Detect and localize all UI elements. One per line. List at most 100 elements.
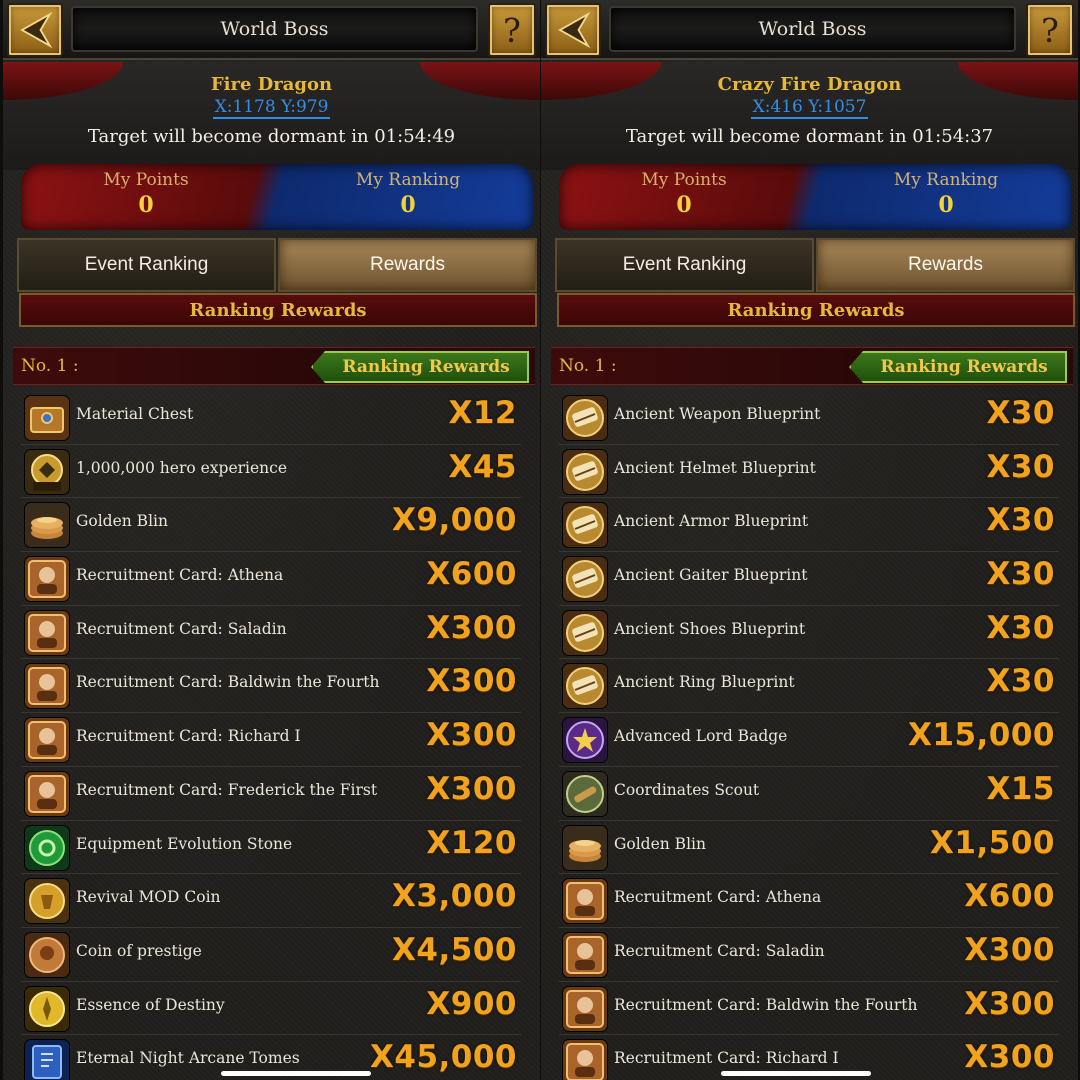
card-icon[interactable] (25, 610, 69, 655)
reward-item-quantity: X300 (426, 770, 517, 807)
prestige-coin-icon[interactable] (25, 932, 69, 977)
reward-item-quantity: X30 (986, 663, 1055, 700)
tab-bar: Event Ranking Rewards (555, 238, 1075, 292)
badge-icon[interactable] (563, 718, 607, 763)
reward-item-name: Recruitment Card: Saladin (76, 619, 287, 638)
boss-target-info: Fire Dragon X:1178 Y:979 Target will bec… (3, 62, 540, 170)
blueprint-icon[interactable] (563, 503, 607, 548)
boss-coordinates-link[interactable]: X:416 Y:1057 (541, 97, 1078, 119)
back-button[interactable] (545, 3, 601, 57)
pancake-icon[interactable] (25, 503, 69, 548)
reward-list: Ancient Weapon Blueprint X30 Ancient Helme… (559, 391, 1059, 1080)
tome-icon[interactable] (25, 1040, 69, 1080)
home-indicator (221, 1071, 371, 1076)
back-button[interactable] (7, 3, 63, 57)
stone-icon[interactable] (25, 825, 69, 870)
reward-item-quantity: X9,000 (392, 502, 517, 539)
chest-icon[interactable] (25, 396, 69, 440)
tab-event-ranking[interactable]: Event Ranking (17, 238, 276, 292)
reward-item-quantity: X300 (964, 985, 1055, 1022)
reward-item-quantity: X30 (986, 609, 1055, 646)
essence-icon[interactable] (25, 986, 69, 1031)
reward-item-quantity: X300 (964, 1039, 1055, 1076)
card-icon[interactable] (25, 718, 69, 763)
exp-icon[interactable] (25, 449, 69, 494)
reward-item-quantity: X900 (426, 985, 517, 1022)
card-icon[interactable] (563, 986, 607, 1031)
rank-row: No. 1 : Ranking Rewards (13, 347, 535, 385)
card-icon[interactable] (563, 1040, 607, 1080)
svg-text:?: ? (503, 11, 521, 50)
ranking-rewards-button[interactable]: Ranking Rewards (311, 351, 529, 383)
reward-item-name: Recruitment Card: Richard I (614, 1049, 839, 1068)
blueprint-icon[interactable] (563, 396, 607, 440)
top-bar: World Boss ? (541, 0, 1078, 60)
card-icon[interactable] (25, 557, 69, 602)
reward-item: Ancient Weapon Blueprint X30 (559, 391, 1059, 445)
reward-item-name: Equipment Evolution Stone (76, 834, 293, 853)
reward-item: Ancient Armor Blueprint X30 (559, 498, 1059, 553)
pancake-icon[interactable] (563, 825, 607, 870)
my-points-label: My Points (103, 170, 189, 190)
reward-item-quantity: X30 (986, 395, 1055, 431)
reward-item-quantity: X300 (426, 717, 517, 754)
tab-rewards[interactable]: Rewards (816, 238, 1075, 292)
reward-item-quantity: X4,500 (392, 931, 517, 968)
scout-icon[interactable] (563, 771, 607, 816)
reward-item: Advanced Lord Badge X15,000 (559, 713, 1059, 767)
my-ranking-label: My Ranking (355, 170, 461, 190)
help-button[interactable]: ? (1026, 3, 1074, 57)
boss-name: Fire Dragon (210, 74, 333, 95)
top-bar: World Boss ? (3, 0, 540, 60)
reward-item-name: Golden Blin (614, 834, 706, 853)
blueprint-icon[interactable] (563, 664, 607, 709)
boss-name: Crazy Fire Dragon (717, 74, 902, 95)
tab-event-ranking[interactable]: Event Ranking (555, 238, 814, 292)
reward-item-quantity: X15 (986, 770, 1055, 807)
my-ranking-label: My Ranking (893, 170, 999, 190)
card-icon[interactable] (25, 771, 69, 816)
my-points: My Points 0 (559, 170, 809, 218)
card-icon[interactable] (563, 879, 607, 924)
reward-item-quantity: X600 (426, 556, 517, 593)
card-icon[interactable] (563, 932, 607, 977)
stats-banner: My Points 0 My Ranking 0 (559, 164, 1071, 230)
my-points-value: 0 (138, 192, 154, 218)
reward-item: Recruitment Card: Baldwin the Fourth X300 (559, 982, 1059, 1036)
card-icon[interactable] (25, 664, 69, 709)
reward-item: Revival MOD Coin X3,000 (21, 874, 521, 928)
title-bar: World Boss (609, 6, 1016, 52)
reward-item-name: Recruitment Card: Baldwin the Fourth (76, 673, 380, 692)
reward-item-quantity: X45,000 (369, 1039, 517, 1076)
my-ranking-value: 0 (400, 192, 416, 218)
blueprint-icon[interactable] (563, 557, 607, 602)
reward-item-name: Material Chest (76, 405, 194, 423)
reward-item-quantity: X45 (448, 448, 517, 485)
reward-item-name: Coordinates Scout (614, 780, 760, 799)
reward-item: Recruitment Card: Athena X600 (21, 552, 521, 606)
help-button[interactable]: ? (488, 3, 536, 57)
reward-item-name: Ancient Weapon Blueprint (614, 405, 821, 423)
reward-item-quantity: X3,000 (392, 878, 517, 915)
reward-item: Golden Blin X9,000 (21, 498, 521, 553)
reward-item-quantity: X30 (986, 556, 1055, 593)
title-bar: World Boss (71, 6, 478, 52)
rank-row: No. 1 : Ranking Rewards (551, 347, 1073, 385)
tab-rewards[interactable]: Rewards (278, 238, 537, 292)
tab-bar: Event Ranking Rewards (17, 238, 537, 292)
boss-coordinates-link[interactable]: X:1178 Y:979 (3, 97, 540, 119)
reward-item: Recruitment Card: Saladin X300 (559, 928, 1059, 982)
blueprint-icon[interactable] (563, 610, 607, 655)
reward-item-name: Recruitment Card: Richard I (76, 727, 301, 746)
coin-icon[interactable] (25, 879, 69, 924)
ranking-rewards-button[interactable]: Ranking Rewards (849, 351, 1067, 383)
reward-item: Recruitment Card: Saladin X300 (21, 606, 521, 660)
reward-item: Coin of prestige X4,500 (21, 928, 521, 982)
reward-item: Ancient Gaiter Blueprint X30 (559, 552, 1059, 606)
dormant-countdown: Target will become dormant in 01:54:37 (625, 126, 994, 147)
blueprint-icon[interactable] (563, 449, 607, 494)
reward-item: Golden Blin X1,500 (559, 821, 1059, 875)
reward-item: 1,000,000 hero experience X45 (21, 445, 521, 499)
my-ranking-value: 0 (938, 192, 954, 218)
reward-item-quantity: X30 (986, 502, 1055, 539)
